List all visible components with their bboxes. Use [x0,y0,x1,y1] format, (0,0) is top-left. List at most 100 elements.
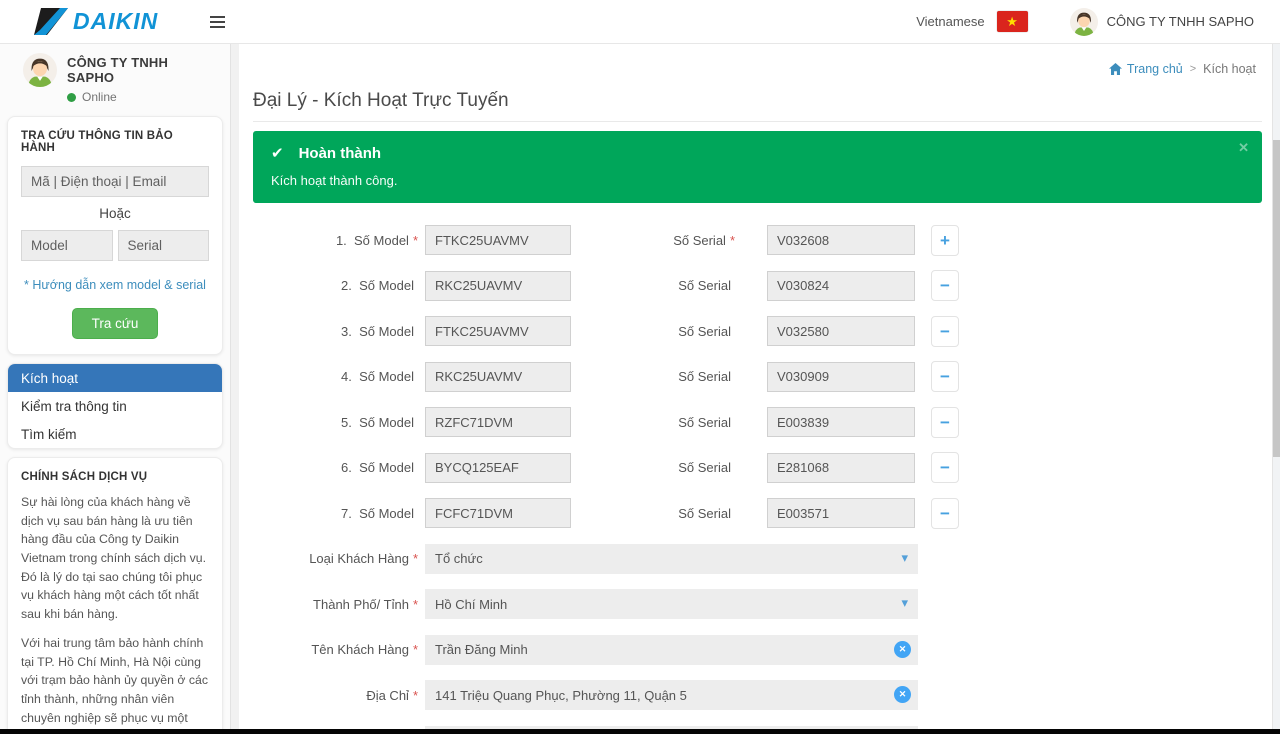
serial-label: Số Serial [571,415,735,430]
minus-icon: − [940,368,950,385]
activation-form: 1. Số Model* Số Serial* + 2. Số Model Số… [253,225,1262,734]
page-scrollbar [1272,44,1280,734]
customer-type-select[interactable]: Tổ chức ▾ [425,544,918,574]
scrollbar-thumb[interactable] [1273,140,1280,457]
sidebar-user-name: CÔNG TY TNHH SAPHO [67,55,217,85]
online-status-dot [67,93,76,102]
model-label: 4. Số Model [253,369,418,384]
address-row: Địa Chỉ* 141 Triệu Quang Phục, Phường 11… [253,680,1262,710]
model-input-6[interactable] [425,453,571,483]
language-label: Vietnamese [916,14,984,29]
model-serial-guide-link[interactable]: * Hướng dẫn xem model & serial [21,278,209,292]
lookup-title: TRA CỨU THÔNG TIN BẢO HÀNH [21,130,209,154]
model-input-3[interactable] [425,316,571,346]
product-row-6: 6. Số Model Số Serial − [253,453,1262,483]
address-label: Địa Chỉ* [253,688,418,703]
add-row-button[interactable]: + [931,225,959,256]
alert-message: Kích hoạt thành công. [271,173,1244,188]
serial-input-4[interactable] [767,362,915,392]
clear-input-icon[interactable]: ✕ [894,641,911,658]
warranty-lookup-card: TRA CỨU THÔNG TIN BẢO HÀNH Hoặc * Hướng … [7,116,223,355]
success-alert: ✔ Hoàn thành Kích hoạt thành công. ✕ [253,131,1262,203]
sidebar-avatar [23,53,57,87]
serial-label: Số Serial [571,278,735,293]
minus-icon: − [940,459,950,476]
city-label: Thành Phố/ Tỉnh* [253,597,418,612]
model-label: 3. Số Model [253,324,418,339]
serial-input-3[interactable] [767,316,915,346]
sidebar-item-tim-kiem[interactable]: Tìm kiếm [8,420,222,448]
serial-label: Số Serial [571,506,735,521]
serial-label: Số Serial [571,324,735,339]
serial-label: Số Serial [571,369,735,384]
user-menu[interactable]: CÔNG TY TNHH SAPHO [1070,8,1254,36]
daikin-logo-mark [34,8,68,35]
product-row-7: 7. Số Model Số Serial − [253,498,1262,528]
model-label: 2. Số Model [253,278,418,293]
address-input[interactable]: 141 Triệu Quang Phục, Phường 11, Quận 5 … [425,680,918,710]
model-label: 5. Số Model [253,415,418,430]
alert-title: Hoàn thành [299,145,382,162]
close-icon[interactable]: ✕ [1238,140,1249,156]
serial-label: Số Serial* [571,233,735,248]
serial-input-2[interactable] [767,271,915,301]
top-bar: DAIKIN Vietnamese ★ CÔNG TY [0,0,1280,44]
sidebar: CÔNG TY TNHH SAPHO Online TRA CỨU THÔNG … [0,44,231,734]
remove-row-button[interactable]: − [931,498,959,529]
serial-input-7[interactable] [767,498,915,528]
model-input-7[interactable] [425,498,571,528]
product-row-3: 3. Số Model Số Serial − [253,316,1262,346]
sidebar-item-kich-hoat[interactable]: Kích hoạt [8,364,222,392]
caret-down-icon: ▾ [901,595,908,611]
remove-row-button[interactable]: − [931,316,959,347]
city-select[interactable]: Hồ Chí Minh ▾ [425,589,918,619]
home-icon [1109,63,1122,75]
sidebar-item-kiem-tra-thong-tin[interactable]: Kiểm tra thông tin [8,392,222,420]
product-row-4: 4. Số Model Số Serial − [253,362,1262,392]
product-row-2: 2. Số Model Số Serial − [253,271,1262,301]
model-input-1[interactable] [425,225,571,255]
minus-icon: − [940,414,950,431]
hamburger-icon[interactable] [206,13,228,31]
serial-input-1[interactable] [767,225,915,255]
customer-type-label: Loại Khách Hàng* [253,551,418,566]
breadcrumb-separator: > [1190,63,1196,75]
caret-down-icon: ▾ [901,550,908,566]
lookup-submit-button[interactable]: Tra cứu [72,308,159,339]
serial-input-5[interactable] [767,407,915,437]
model-input-4[interactable] [425,362,571,392]
policy-title: CHÍNH SÁCH DỊCH VỤ [21,471,209,483]
city-row: Thành Phố/ Tỉnh* Hồ Chí Minh ▾ [253,589,1262,619]
customer-name-row: Tên Khách Hàng* Trần Đăng Minh ✕ [253,635,1262,665]
customer-name-label: Tên Khách Hàng* [253,642,418,657]
product-row-5: 5. Số Model Số Serial − [253,407,1262,437]
breadcrumb-current: Kích hoạt [1203,62,1256,76]
serial-lookup-input[interactable] [118,230,210,261]
vietnam-flag-icon[interactable]: ★ [997,11,1028,32]
main-content: Trang chủ > Kích hoạt Đại Lý - Kích Hoạt… [239,44,1272,734]
model-input-5[interactable] [425,407,571,437]
model-lookup-input[interactable] [21,230,113,261]
clear-input-icon[interactable]: ✕ [894,686,911,703]
page-title: Đại Lý - Kích Hoạt Trực Tuyến [253,90,1262,122]
remove-row-button[interactable]: − [931,407,959,438]
breadcrumb-home-link[interactable]: Trang chủ [1109,62,1183,76]
serial-input-6[interactable] [767,453,915,483]
customer-type-row: Loại Khách Hàng* Tổ chức ▾ [253,544,1262,574]
remove-row-button[interactable]: − [931,452,959,483]
product-row-1: 1. Số Model* Số Serial* + [253,225,1262,255]
model-label: 6. Số Model [253,460,418,475]
remove-row-button[interactable]: − [931,361,959,392]
customer-name-input[interactable]: Trần Đăng Minh ✕ [425,635,918,665]
sidebar-menu: Kích hoạt Kiểm tra thông tin Tìm kiếm [7,363,223,449]
daikin-logo[interactable]: DAIKIN [34,8,158,35]
lookup-search-input[interactable] [21,166,209,197]
remove-row-button[interactable]: − [931,270,959,301]
page: DAIKIN Vietnamese ★ CÔNG TY [0,0,1280,734]
minus-icon: − [940,505,950,522]
brand-text: DAIKIN [73,8,158,35]
top-user-name: CÔNG TY TNHH SAPHO [1107,14,1254,29]
plus-icon: + [940,232,950,249]
policy-paragraph: Với hai trung tâm bảo hành chính tại TP.… [21,634,209,734]
model-input-2[interactable] [425,271,571,301]
